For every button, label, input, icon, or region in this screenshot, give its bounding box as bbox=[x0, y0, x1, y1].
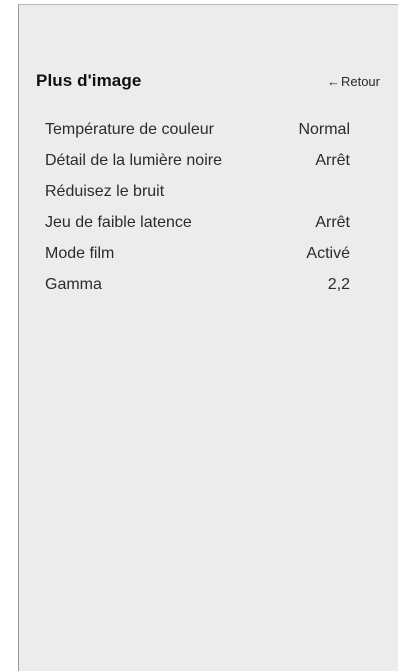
back-label: Retour bbox=[340, 74, 380, 89]
back-arrow-icon: ← bbox=[326, 74, 340, 89]
menu-item-low-latency-game[interactable]: Jeu de faible latence Arrêt bbox=[45, 210, 350, 241]
menu-item-label: Détail de la lumière noire bbox=[45, 152, 222, 169]
menu-item-label: Température de couleur bbox=[45, 121, 214, 138]
menu-item-film-mode[interactable]: Mode film Activé bbox=[45, 241, 350, 272]
menu-item-label: Mode film bbox=[45, 245, 115, 262]
back-button[interactable]: ← Retour bbox=[327, 74, 380, 89]
menu-item-noise-reduction[interactable]: Réduisez le bruit bbox=[45, 179, 350, 210]
menu-item-black-detail[interactable]: Détail de la lumière noire Arrêt bbox=[45, 148, 350, 179]
menu-item-value: 2,2 bbox=[327, 276, 350, 293]
menu-item-color-temperature[interactable]: Température de couleur Normal bbox=[45, 117, 350, 148]
menu-item-label: Jeu de faible latence bbox=[45, 214, 192, 231]
panel-header: Plus d'image ← Retour bbox=[36, 71, 380, 95]
menu-item-label: Réduisez le bruit bbox=[45, 183, 165, 200]
menu-item-value: Arrêt bbox=[315, 152, 350, 169]
settings-menu: Température de couleur Normal Détail de … bbox=[45, 117, 350, 303]
page-title: Plus d'image bbox=[36, 71, 142, 90]
menu-item-value: Arrêt bbox=[315, 214, 350, 231]
menu-item-value: Normal bbox=[298, 121, 350, 138]
settings-panel: Plus d'image ← Retour Température de cou… bbox=[18, 4, 398, 671]
menu-item-gamma[interactable]: Gamma 2,2 bbox=[45, 272, 350, 303]
menu-item-value: Activé bbox=[306, 245, 350, 262]
menu-item-label: Gamma bbox=[45, 276, 102, 293]
